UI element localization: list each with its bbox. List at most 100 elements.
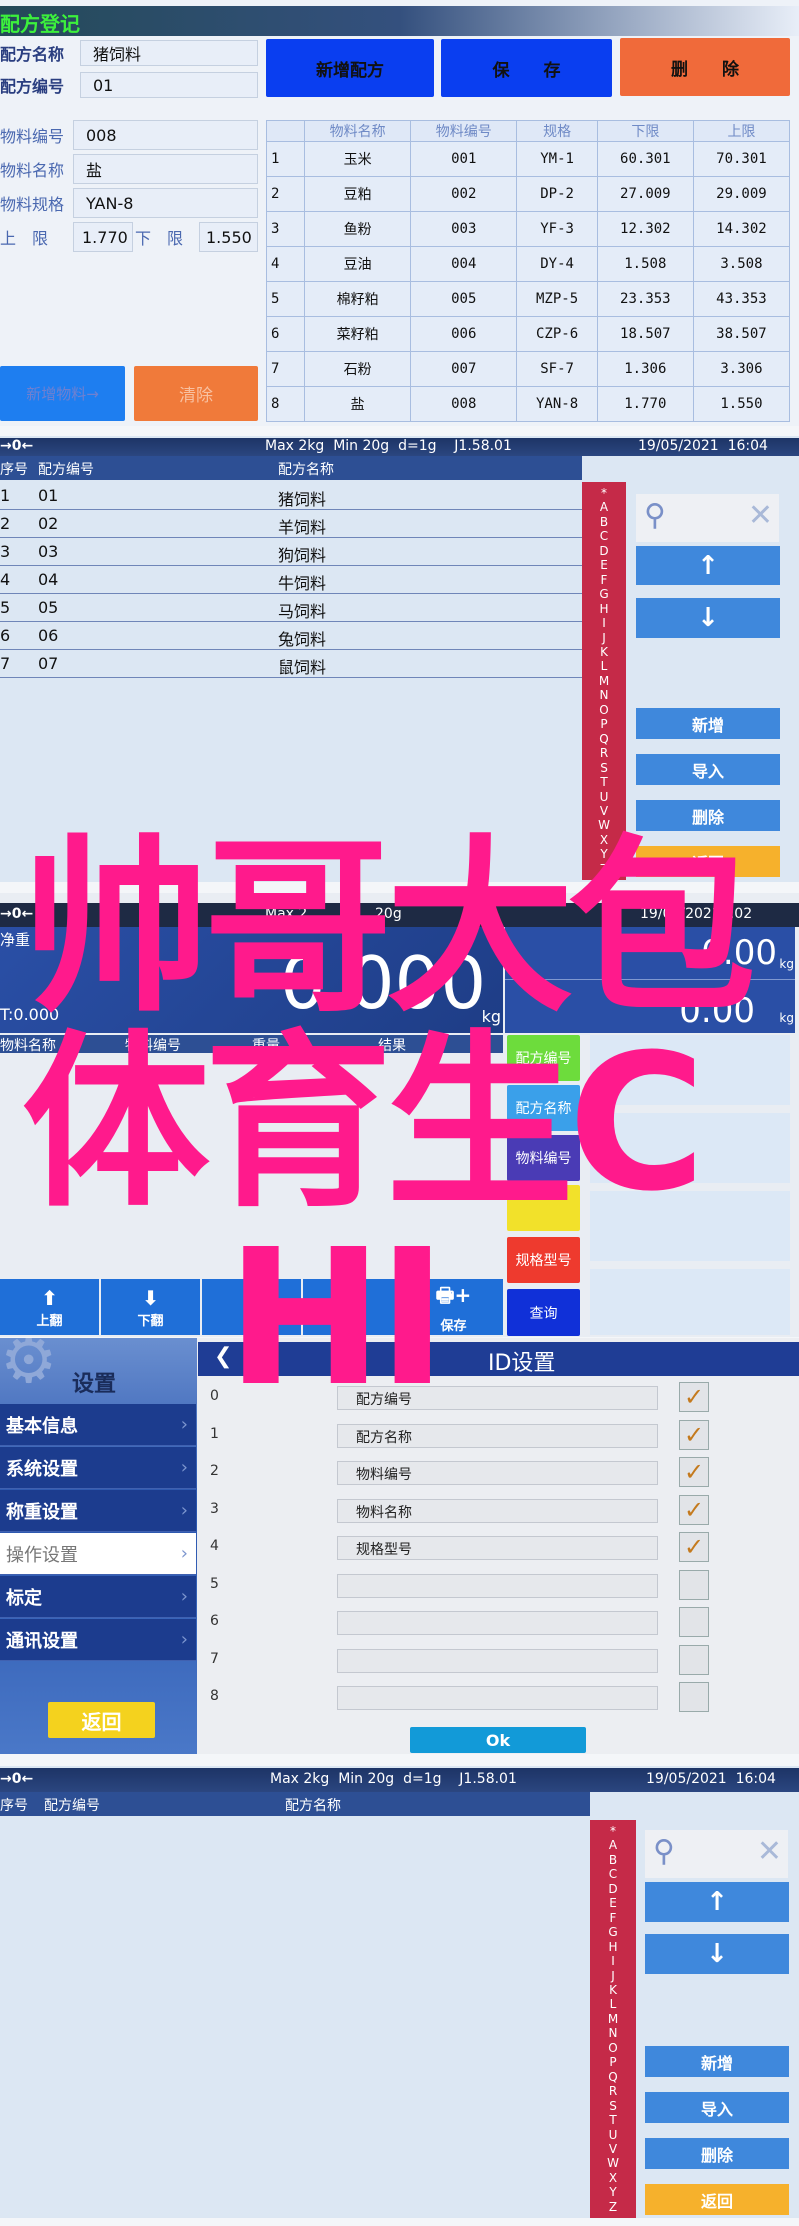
alphabet-letter[interactable]: D	[599, 544, 608, 558]
id-checkbox[interactable]: ✓	[679, 1382, 709, 1412]
clear-button[interactable]: 清除	[134, 366, 258, 421]
list-item[interactable]: 7 07 鼠饲料	[0, 650, 582, 678]
alphabet-letter[interactable]: Q	[599, 732, 608, 746]
alphabet-letter[interactable]: Y	[600, 847, 607, 861]
alphabet-letter[interactable]: F	[601, 573, 608, 587]
material-no-field[interactable]: 008	[73, 120, 258, 150]
alphabet-letter[interactable]: T	[609, 2113, 616, 2127]
alphabet-letter[interactable]: K	[600, 645, 608, 659]
list-item[interactable]: 1 01 猪饲料	[0, 482, 582, 510]
save-button[interactable]: 保 存	[441, 39, 612, 97]
alphabet-letter[interactable]: Q	[608, 2070, 617, 2084]
id-checkbox[interactable]	[679, 1644, 709, 1675]
alphabet-letter[interactable]: I	[611, 1954, 615, 1968]
alphabet-index[interactable]: * A B C D E F G H I J K L M N O P Q R S T U V W X Y Z	[582, 482, 626, 880]
sidebar-item[interactable]: 标定 ›	[0, 1576, 196, 1618]
alphabet-letter[interactable]: I	[602, 616, 606, 630]
alphabet-letter[interactable]: S	[609, 2099, 617, 2113]
alphabet-letter[interactable]: V	[600, 804, 608, 818]
alphabet-index[interactable]: * A B C D E F G H I J K L M N O P Q R S T U V W X Y Z	[590, 1820, 636, 2218]
id-name-field[interactable]: 配方名称	[337, 1423, 658, 1448]
filter-button[interactable]: 配方名称	[507, 1085, 580, 1131]
alphabet-letter[interactable]: J	[611, 1969, 615, 1983]
alphabet-letter[interactable]: C	[600, 529, 608, 543]
material-spec-field[interactable]: YAN-8	[73, 188, 258, 218]
alphabet-letter[interactable]: A	[600, 500, 608, 514]
id-name-field[interactable]: 物料编号	[337, 1461, 658, 1485]
import-button[interactable]: 导入	[636, 754, 780, 785]
back-button[interactable]: 返回	[48, 1702, 155, 1738]
recipe-no-field[interactable]: 01	[80, 72, 258, 98]
filter-button[interactable]	[507, 1185, 580, 1231]
alphabet-letter[interactable]: P	[600, 717, 607, 731]
delete-button[interactable]: 删除	[636, 800, 780, 831]
id-checkbox[interactable]	[679, 1569, 709, 1600]
scroll-up-button[interactable]: ↑	[636, 546, 780, 585]
alphabet-letter[interactable]: W	[607, 2156, 619, 2170]
alphabet-letter[interactable]: H	[599, 602, 608, 616]
alphabet-letter[interactable]: U	[600, 790, 609, 804]
alphabet-letter[interactable]: L	[601, 659, 608, 673]
import-button[interactable]: 导入	[645, 2092, 789, 2123]
new-recipe-button[interactable]: 新增配方	[266, 39, 434, 97]
id-name-field[interactable]: 规格型号	[337, 1536, 658, 1560]
alphabet-letter[interactable]: K	[609, 1983, 617, 1997]
alphabet-letter[interactable]: W	[598, 818, 610, 832]
alphabet-letter[interactable]: L	[610, 1997, 617, 2011]
alphabet-letter[interactable]: R	[609, 2084, 617, 2098]
list-item[interactable]: 4 04 牛饲料	[0, 566, 582, 594]
alphabet-letter[interactable]: V	[609, 2142, 617, 2156]
back-button[interactable]: 返回	[645, 2184, 789, 2215]
alphabet-letter[interactable]: R	[600, 746, 608, 760]
alphabet-letter[interactable]: *	[610, 1824, 616, 1838]
scroll-down-button[interactable]: ↓	[645, 1934, 789, 1974]
list-item[interactable]: 3 03 狗饲料	[0, 538, 582, 566]
lower-limit-field[interactable]: 1.550	[199, 222, 258, 252]
add-button[interactable]: 新增	[645, 2046, 789, 2077]
material-name-field[interactable]: 盐	[73, 154, 258, 184]
table-row[interactable]: 2 豆粕 002 DP-2 27.009 29.009	[266, 176, 791, 212]
alphabet-letter[interactable]: Y	[609, 2185, 616, 2199]
add-button[interactable]: 新增	[636, 708, 780, 739]
sidebar-item[interactable]: 通讯设置 ›	[0, 1619, 196, 1661]
alphabet-letter[interactable]: U	[609, 2128, 618, 2142]
table-row[interactable]: 3 鱼粉 003 YF-3 12.302 14.302	[266, 211, 791, 247]
alphabet-letter[interactable]: A	[609, 1838, 617, 1852]
alphabet-letter[interactable]: E	[609, 1896, 617, 1910]
toolbar-button[interactable]: 🖶 打印	[303, 1279, 402, 1335]
alphabet-letter[interactable]: P	[609, 2055, 616, 2069]
list-item[interactable]: 5 05 马饲料	[0, 594, 582, 622]
scroll-down-button[interactable]: ↓	[636, 598, 780, 638]
id-checkbox[interactable]: ✓	[679, 1457, 709, 1487]
alphabet-letter[interactable]: H	[608, 1940, 617, 1954]
filter-button[interactable]: 配方编号	[507, 1035, 580, 1081]
alphabet-letter[interactable]: X	[600, 833, 608, 847]
alphabet-letter[interactable]: B	[609, 1853, 617, 1867]
recipe-name-field[interactable]: 猪饲料	[80, 40, 258, 66]
alphabet-letter[interactable]: M	[608, 2012, 618, 2026]
delete-button[interactable]: 删 除	[620, 38, 790, 96]
toolbar-button[interactable]: 🖶+ 保存	[404, 1279, 503, 1335]
toolbar-button[interactable]: ⬆ 上翻	[0, 1279, 99, 1335]
id-name-field[interactable]	[337, 1611, 658, 1635]
alphabet-letter[interactable]: J	[602, 631, 606, 645]
id-checkbox[interactable]: ✓	[679, 1419, 709, 1450]
id-name-field[interactable]: 物料名称	[337, 1498, 658, 1523]
alphabet-letter[interactable]: B	[600, 515, 608, 529]
ok-button[interactable]: Ok	[410, 1727, 586, 1753]
alphabet-letter[interactable]: D	[608, 1882, 617, 1896]
id-name-field[interactable]	[337, 1648, 658, 1673]
filter-button[interactable]: 物料编号	[507, 1135, 580, 1181]
id-checkbox[interactable]: ✓	[679, 1494, 709, 1525]
alphabet-letter[interactable]: T	[600, 775, 607, 789]
alphabet-letter[interactable]: G	[599, 587, 608, 601]
sidebar-item[interactable]: 基本信息 ›	[0, 1404, 196, 1446]
alphabet-letter[interactable]: S	[600, 761, 608, 775]
alphabet-letter[interactable]: N	[609, 2026, 618, 2040]
id-name-field[interactable]	[337, 1573, 658, 1598]
alphabet-letter[interactable]: M	[599, 674, 609, 688]
toolbar-button[interactable]: ●	[202, 1279, 301, 1335]
id-name-field[interactable]: 配方编号	[337, 1386, 658, 1410]
sidebar-item[interactable]: 操作设置 ›	[0, 1533, 196, 1575]
alphabet-letter[interactable]: E	[600, 558, 608, 572]
